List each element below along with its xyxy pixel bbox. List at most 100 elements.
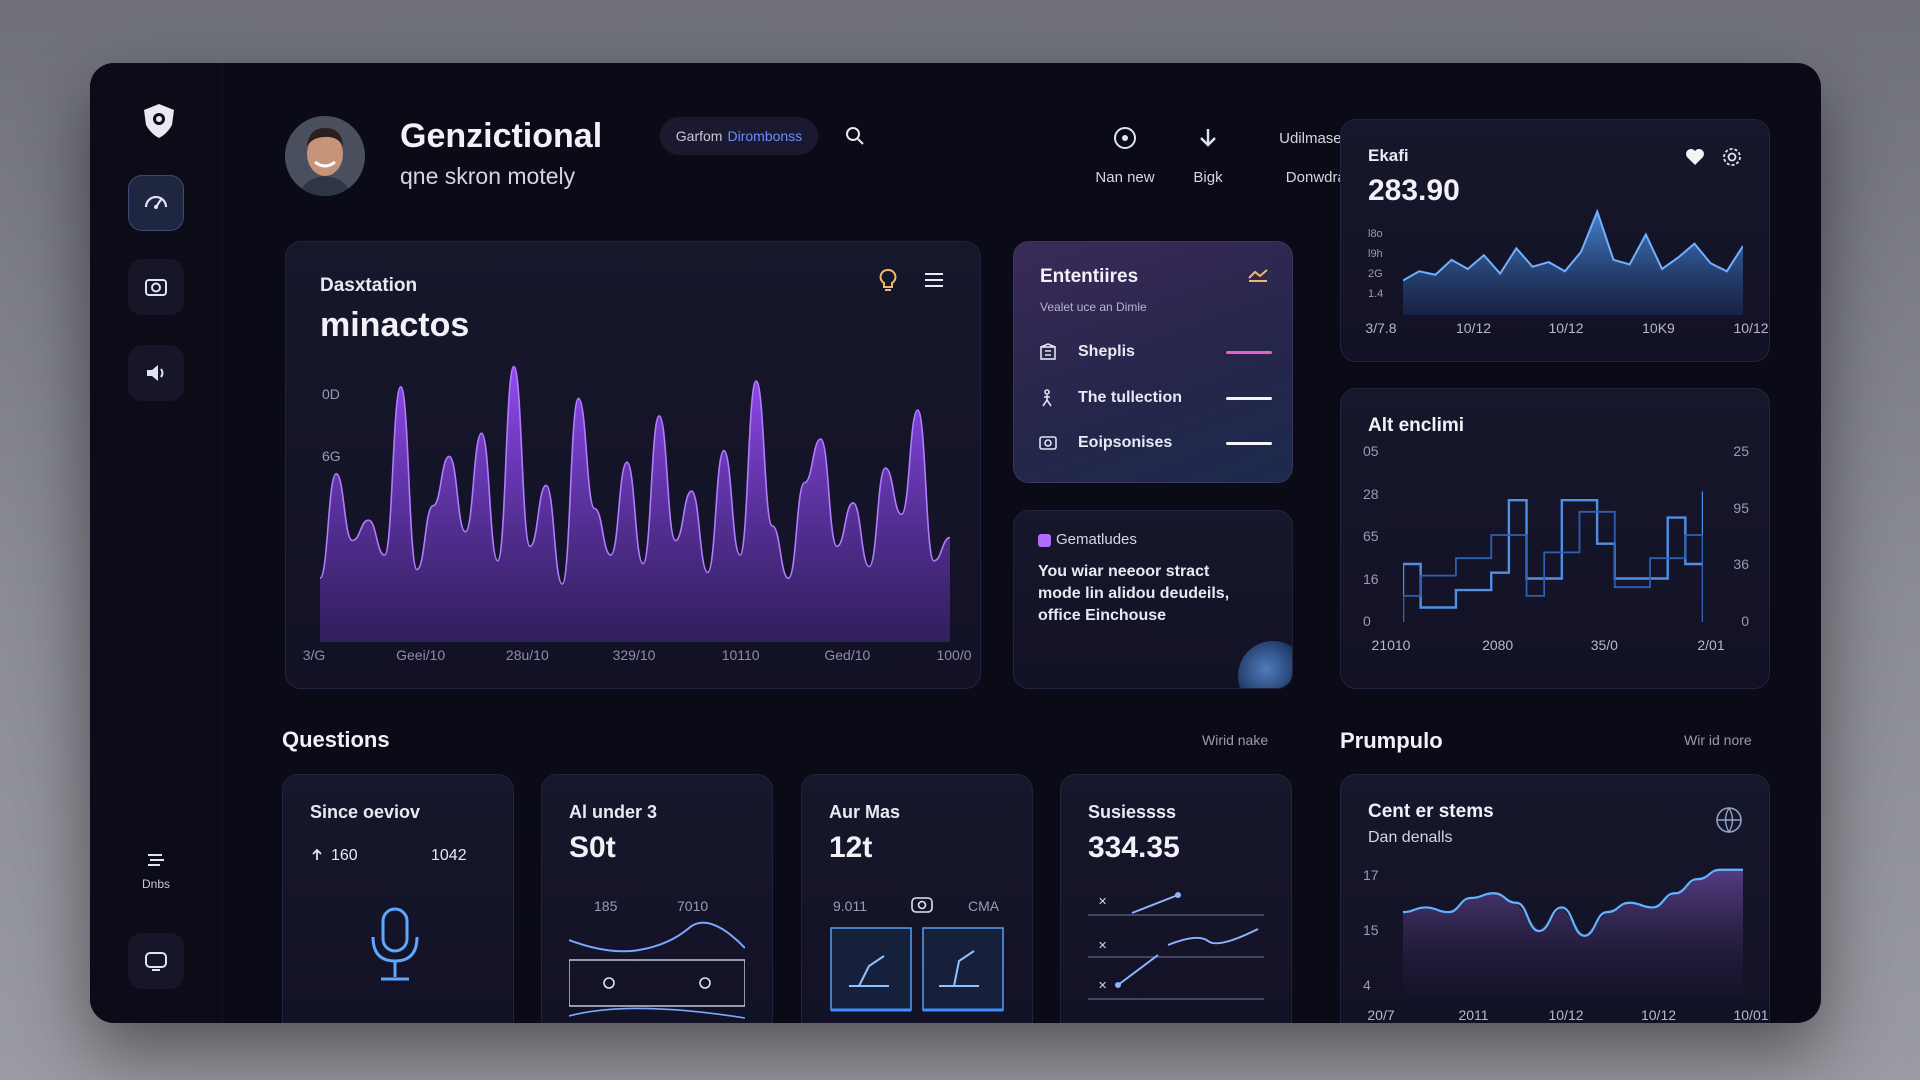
question-card[interactable]: Susiessss 334.35 ✕ ✕ ✕ — [1060, 774, 1292, 1023]
question-card-value: 12t — [829, 831, 873, 864]
tag-square-icon — [1038, 534, 1051, 547]
note-line: office Einchouse — [1038, 607, 1167, 624]
prumpulo-card-title: Cent er stems — [1368, 801, 1494, 822]
y-tick: 17 — [1363, 867, 1379, 883]
prumpulo-y-axis: 17 15 4 — [1363, 867, 1393, 993]
y-tick-right: 25 — [1733, 443, 1749, 459]
robot-arm-illustration — [830, 927, 1004, 1012]
mini-label: 7010 — [677, 898, 709, 914]
heart-icon[interactable] — [1684, 146, 1706, 168]
layers-icon[interactable] — [144, 849, 168, 873]
question-card-value: S0t — [569, 831, 616, 864]
prumpulo-card[interactable]: Cent er stems Dan denalls 17 15 4 20/7 2011… — [1340, 774, 1770, 1023]
question-card[interactable]: Al under 3 S0t 185 7010 — [541, 774, 773, 1023]
lightbulb-icon[interactable] — [874, 266, 902, 294]
x-tick: 10/12 — [1548, 320, 1584, 336]
main-chart-title: minactos — [320, 306, 470, 344]
filter-pill[interactable]: Garfom Dirombonss — [660, 117, 818, 155]
sidebar-item-display[interactable] — [128, 933, 184, 989]
y-tick-right: 0 — [1741, 613, 1749, 629]
x-tick: Geei/10 — [396, 647, 446, 663]
shield-logo-icon[interactable] — [139, 101, 179, 141]
note-tag: Gematludes — [1056, 531, 1137, 548]
entities-subtitle: Vealet uce an Dimle — [1040, 300, 1147, 314]
questions-view-more-link[interactable]: Wirid nake — [1202, 732, 1268, 748]
speaker-icon — [147, 365, 164, 381]
question-card-value: 334.35 — [1088, 831, 1180, 864]
sidebar-item-media[interactable] — [128, 259, 184, 315]
x-tick: 20/7 — [1367, 1007, 1395, 1023]
alt-y-axis-left: 05 28 65 16 0 — [1363, 443, 1393, 629]
x-tick: 2080 — [1482, 637, 1514, 653]
alt-y-axis-right: 25 95 36 0 — [1709, 443, 1749, 629]
alt-step-chart — [1403, 491, 1703, 622]
y-tick-right: 95 — [1733, 499, 1749, 516]
x-tick: 35/0 — [1590, 637, 1618, 653]
x-tick: 10/12 — [1548, 1007, 1584, 1023]
y-tick: 15 — [1363, 922, 1379, 938]
camera-small-icon — [911, 897, 933, 913]
action-new[interactable]: Nan new — [1070, 125, 1180, 205]
main-x-axis: 3/G Geei/10 28u/10 329/10 10110 Ged/10 100/0 — [303, 647, 972, 667]
x-tick: 10/12 — [1455, 320, 1492, 336]
entity-item[interactable]: Sheplis — [1038, 338, 1272, 366]
x-tick: 100/0 — [936, 647, 972, 663]
x-tick: 10110 — [721, 647, 760, 663]
prumpulo-line-chart — [1403, 868, 1743, 997]
sidebar-item-dashboard[interactable] — [128, 175, 184, 231]
prumpulo-series-area — [1403, 869, 1743, 997]
chart-up-icon[interactable] — [1246, 266, 1270, 284]
mini-wave-chart — [569, 921, 745, 1019]
entity-item-indicator — [1226, 397, 1272, 400]
y-tick-right: 36 — [1733, 556, 1749, 573]
main-chart-card: Dasxtation minactos 0D 6G 3/G Geei/10 28u/… — [285, 241, 981, 689]
note-card[interactable]: Gematludes You wiar neeoor stract mode l… — [1013, 510, 1293, 689]
stat-y-tick: l8o — [1368, 228, 1383, 240]
building-icon — [1040, 343, 1056, 360]
y-tick-left: 0 — [1363, 613, 1371, 629]
mini-label: CMA — [968, 898, 1000, 914]
globe-icon[interactable] — [1714, 805, 1744, 835]
question-card[interactable]: Since oeviov 160 1042 — [282, 774, 514, 1023]
x-tick: 3/7.8 — [1365, 320, 1397, 336]
y-tick: 4 — [1363, 977, 1371, 993]
search-icon[interactable] — [843, 124, 867, 148]
settings-icon[interactable] — [1721, 146, 1743, 168]
menu-icon[interactable] — [922, 268, 946, 292]
question-card[interactable]: Aur Mas 12t 9.011 CMA — [801, 774, 1033, 1023]
question-card-value: 1042 — [431, 847, 467, 864]
prumpulo-view-more-link[interactable]: Wir id nore — [1684, 732, 1752, 748]
y-tick-left: 28 — [1363, 485, 1379, 502]
mini-label: 9.011 — [833, 898, 867, 914]
entity-item[interactable]: Eoipsonises — [1038, 429, 1272, 457]
microphone-icon — [371, 907, 419, 981]
avatar[interactable] — [285, 116, 365, 196]
question-card-title: Al under 3 — [569, 802, 658, 822]
x-tick: 2011 — [1458, 1007, 1489, 1023]
stat-series-area — [1403, 211, 1743, 315]
svg-text:✕: ✕ — [1098, 940, 1107, 952]
download-arrow-icon — [1200, 129, 1216, 147]
sidebar: Dnbs — [90, 63, 223, 1023]
image-card-icon — [1039, 436, 1057, 450]
note-line: mode lin alidou deudeils, — [1038, 585, 1230, 602]
sidebar-bottom-label[interactable]: Dnbs — [128, 877, 184, 891]
action-new-label: Nan new — [1095, 169, 1155, 186]
entity-item-indicator — [1226, 351, 1272, 354]
stat-label: Ekafi — [1368, 146, 1409, 165]
sidebar-item-audio[interactable] — [128, 345, 184, 401]
note-line: You wiar neeoor stract — [1038, 563, 1210, 580]
stat-area-chart — [1403, 208, 1743, 315]
alt-x-axis: 21010 2080 35/0 2/01 — [1372, 637, 1725, 655]
action-draft[interactable]: Udilmased Donwdrat — [1220, 125, 1350, 205]
page-title: Genzictional — [400, 117, 603, 155]
y-tick-left: 05 — [1363, 443, 1379, 459]
entity-item[interactable]: The tullection — [1038, 384, 1272, 412]
question-card-title: Susiessss — [1088, 802, 1177, 822]
svg-text:✕: ✕ — [1098, 896, 1107, 908]
prumpulo-title: Prumpulo — [1340, 728, 1443, 753]
page-subtitle: qne skron motely — [400, 163, 576, 189]
x-tick: 329/10 — [612, 647, 656, 663]
main-chart-label: Dasxtation — [320, 275, 418, 296]
entity-item-label: The tullection — [1078, 389, 1182, 406]
